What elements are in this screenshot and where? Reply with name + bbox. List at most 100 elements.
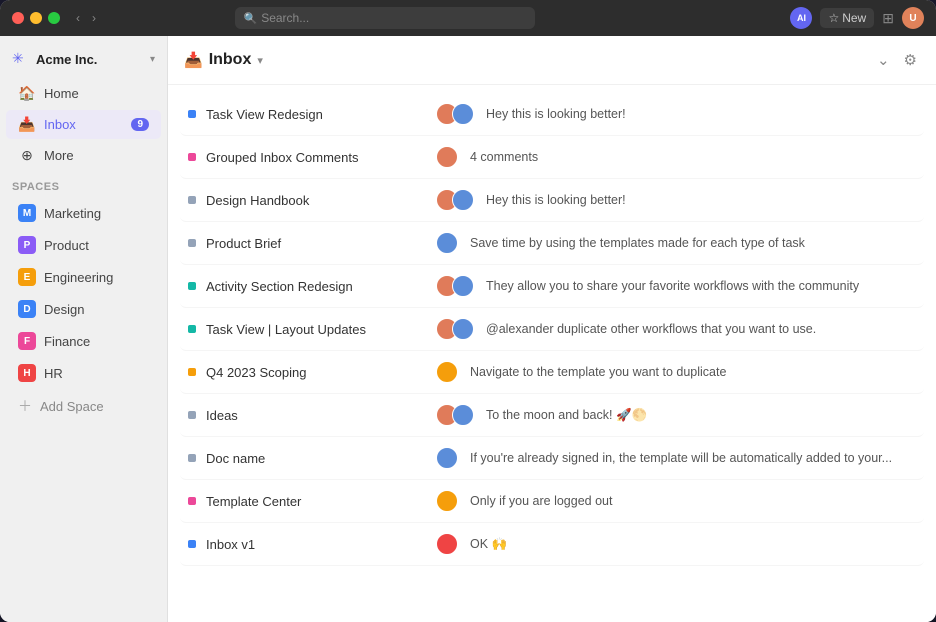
inbox-item-2[interactable]: Grouped Inbox Comments4 comments — [180, 136, 924, 179]
inbox-item-9[interactable]: Doc nameIf you're already signed in, the… — [180, 437, 924, 480]
avatar — [436, 361, 458, 383]
settings-button[interactable]: ⚙ — [901, 48, 920, 72]
workspace-header[interactable]: ✳ Acme Inc. ▾ — [0, 44, 167, 78]
page-title: Inbox — [209, 51, 252, 69]
item-avatars — [436, 447, 452, 469]
title-bar: ‹ › 🔍 Search... AI ☆ New ⊞ U — [0, 0, 936, 36]
item-avatars — [436, 361, 452, 383]
add-space-label: Add Space — [40, 399, 104, 414]
plus-icon: ＋ — [18, 396, 32, 416]
grid-icon[interactable]: ⊞ — [882, 10, 894, 27]
avatar — [452, 275, 474, 297]
item-name: Task View | Layout Updates — [206, 322, 436, 337]
item-name: Inbox v1 — [206, 537, 436, 552]
item-indicator — [188, 411, 196, 419]
sidebar: ✳ Acme Inc. ▾ 🏠 Home 📥 Inbox 9 ⊕ More Sp… — [0, 36, 168, 622]
inbox-item-10[interactable]: Template Center Only if you are logged ou… — [180, 480, 924, 523]
avatar — [436, 146, 458, 168]
item-name: Task View Redesign — [206, 107, 436, 122]
item-message: Only if you are logged out — [470, 494, 612, 508]
sidebar-item-more[interactable]: ⊕ More — [6, 141, 161, 170]
inbox-item-6[interactable]: Task View | Layout Updates@alexander dup… — [180, 308, 924, 351]
sidebar-item-hr[interactable]: H HR — [6, 358, 161, 388]
sidebar-item-engineering[interactable]: E Engineering — [6, 262, 161, 292]
maximize-button[interactable] — [48, 12, 60, 24]
item-avatars — [436, 103, 468, 125]
item-message: They allow you to share your favorite wo… — [486, 279, 859, 293]
main-content: ✳ Acme Inc. ▾ 🏠 Home 📥 Inbox 9 ⊕ More Sp… — [0, 36, 936, 622]
item-indicator — [188, 282, 196, 290]
app-window: ‹ › 🔍 Search... AI ☆ New ⊞ U ✳ Acme Inc.… — [0, 0, 936, 622]
new-button[interactable]: ☆ New — [820, 8, 874, 28]
avatar — [452, 189, 474, 211]
finance-dot: F — [18, 332, 36, 350]
item-name: Activity Section Redesign — [206, 279, 436, 294]
hr-label: HR — [44, 366, 63, 381]
inbox-badge: 9 — [131, 118, 149, 131]
inbox-item-4[interactable]: Product BriefSave time by using the temp… — [180, 222, 924, 265]
item-content: Navigate to the template you want to dup… — [436, 361, 916, 383]
sidebar-item-product[interactable]: P Product — [6, 230, 161, 260]
avatar — [452, 404, 474, 426]
sidebar-item-more-label: More — [44, 148, 74, 163]
item-indicator — [188, 454, 196, 462]
item-avatars — [436, 232, 452, 254]
inbox-item-1[interactable]: Task View RedesignHey this is looking be… — [180, 93, 924, 136]
item-avatars — [436, 275, 468, 297]
design-label: Design — [44, 302, 84, 317]
item-name: Template Center — [206, 494, 436, 509]
item-indicator — [188, 153, 196, 161]
inbox-item-8[interactable]: IdeasTo the moon and back! 🚀🌕 — [180, 394, 924, 437]
back-arrow[interactable]: ‹ — [72, 9, 84, 27]
traffic-lights — [12, 12, 60, 24]
item-name: Q4 2023 Scoping — [206, 365, 436, 380]
engineering-label: Engineering — [44, 270, 113, 285]
hr-dot: H — [18, 364, 36, 382]
sidebar-item-home[interactable]: 🏠 Home — [6, 79, 161, 108]
sidebar-item-inbox-label: Inbox — [44, 117, 76, 132]
add-space-button[interactable]: ＋ Add Space — [6, 390, 161, 422]
content-area: 📥 Inbox ▾ ⌄ ⚙ Task View RedesignHey this… — [168, 36, 936, 622]
collapse-button[interactable]: ⌄ — [874, 48, 893, 72]
avatar — [436, 533, 458, 555]
item-content: To the moon and back! 🚀🌕 — [436, 404, 916, 426]
close-button[interactable] — [12, 12, 24, 24]
workspace-chevron-icon: ▾ — [150, 54, 155, 65]
item-content: @alexander duplicate other workflows tha… — [436, 318, 916, 340]
search-bar[interactable]: 🔍 Search... — [235, 7, 535, 29]
avatar — [436, 490, 458, 512]
minimize-button[interactable] — [30, 12, 42, 24]
item-avatars — [436, 318, 468, 340]
workspace-name: Acme Inc. — [36, 52, 97, 67]
inbox-dropdown-icon[interactable]: ▾ — [257, 54, 263, 67]
ai-badge[interactable]: AI — [790, 7, 812, 29]
inbox-item-5[interactable]: Activity Section Redesign They allow you … — [180, 265, 924, 308]
more-icon: ⊕ — [18, 147, 36, 164]
workspace-icon: ✳ — [12, 50, 30, 68]
inbox-item-7[interactable]: Q4 2023 ScopingNavigate to the template … — [180, 351, 924, 394]
spaces-header: Spaces — [0, 171, 167, 197]
item-content: Save time by using the templates made fo… — [436, 232, 916, 254]
nav-arrows: ‹ › — [72, 9, 100, 27]
finance-label: Finance — [44, 334, 90, 349]
item-content: They allow you to share your favorite wo… — [436, 275, 916, 297]
sidebar-item-marketing[interactable]: M Marketing — [6, 198, 161, 228]
item-indicator — [188, 497, 196, 505]
avatar — [436, 447, 458, 469]
item-indicator — [188, 196, 196, 204]
inbox-item-11[interactable]: Inbox v1OK 🙌 — [180, 523, 924, 566]
item-avatars — [436, 404, 468, 426]
item-message: 4 comments — [470, 150, 538, 164]
inbox-item-3[interactable]: Design HandbookHey this is looking bette… — [180, 179, 924, 222]
item-message: To the moon and back! 🚀🌕 — [486, 408, 647, 423]
product-dot: P — [18, 236, 36, 254]
item-message: If you're already signed in, the templat… — [470, 451, 892, 465]
sidebar-item-finance[interactable]: F Finance — [6, 326, 161, 356]
user-avatar[interactable]: U — [902, 7, 924, 29]
item-message: Hey this is looking better! — [486, 193, 626, 207]
item-avatars — [436, 490, 452, 512]
sidebar-item-design[interactable]: D Design — [6, 294, 161, 324]
sidebar-item-inbox[interactable]: 📥 Inbox 9 — [6, 110, 161, 139]
home-icon: 🏠 — [18, 85, 36, 102]
forward-arrow[interactable]: › — [88, 9, 100, 27]
